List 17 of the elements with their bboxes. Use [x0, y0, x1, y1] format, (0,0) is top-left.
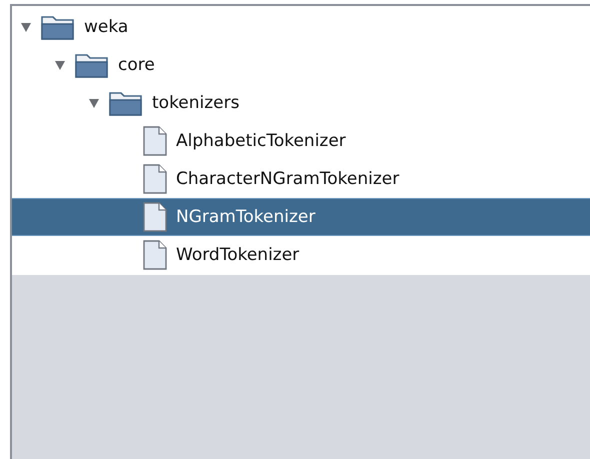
expand-arrow-icon[interactable]	[88, 97, 100, 109]
document-icon	[142, 240, 168, 270]
tree-item[interactable]: weka	[12, 8, 590, 46]
expand-arrow-icon[interactable]	[20, 21, 32, 33]
document-icon	[142, 164, 168, 194]
expand-arrow-icon[interactable]	[54, 59, 66, 71]
tree-item[interactable]: AlphabeticTokenizer	[12, 122, 590, 160]
document-icon	[142, 126, 168, 156]
document-icon	[142, 202, 168, 232]
tree-item[interactable]: WordTokenizer	[12, 236, 590, 274]
tree-item[interactable]: tokenizers	[12, 84, 590, 122]
tree-item[interactable]: core	[12, 46, 590, 84]
folder-icon	[40, 13, 76, 41]
tree-item[interactable]: CharacterNGramTokenizer	[12, 160, 590, 198]
tree-item[interactable]: NGramTokenizer	[12, 198, 590, 236]
folder-icon	[74, 51, 110, 79]
folder-icon	[108, 89, 144, 117]
